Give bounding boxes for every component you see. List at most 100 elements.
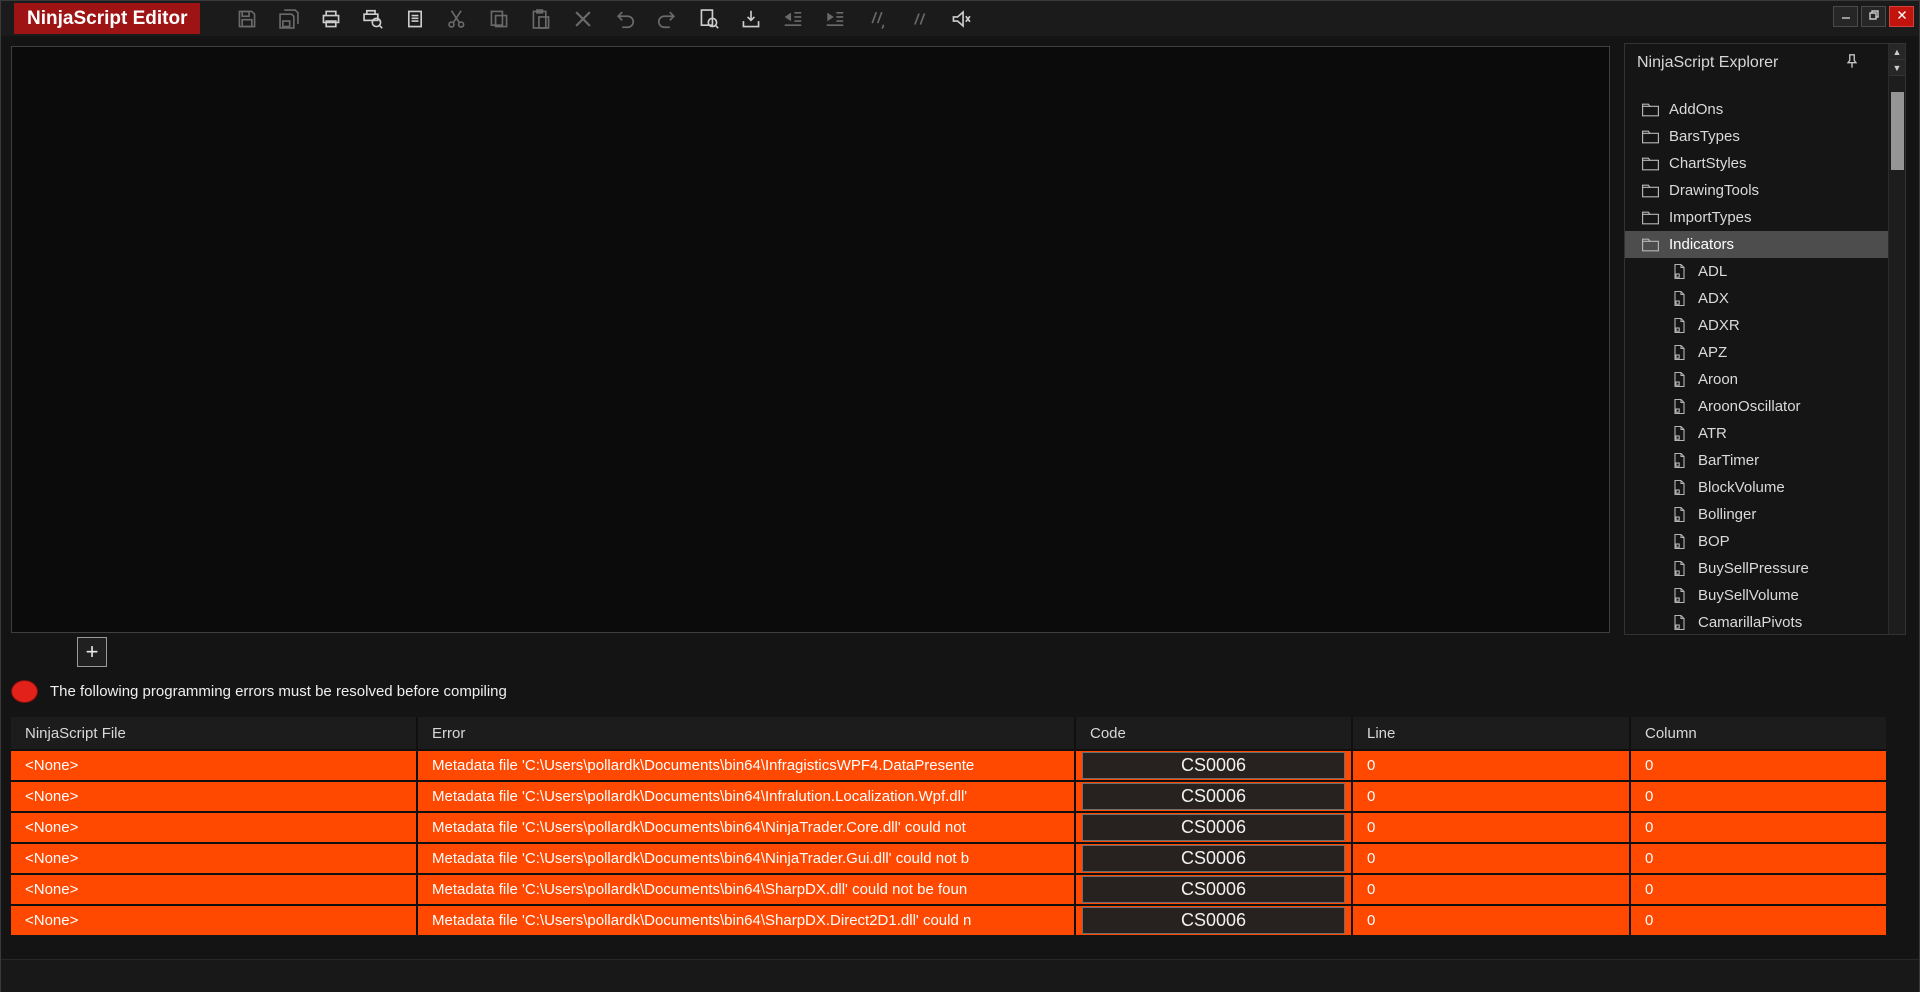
close-button[interactable] (1889, 6, 1914, 27)
save-all-icon[interactable] (273, 3, 304, 34)
add-tab-button[interactable]: + (77, 637, 107, 667)
tree-file-adxr[interactable]: ADXR (1625, 312, 1888, 339)
error-file-cell: <None> (11, 844, 416, 873)
print-icon[interactable] (315, 3, 346, 34)
error-column-cell: 0 (1631, 751, 1886, 780)
print-preview-icon[interactable] (357, 3, 388, 34)
save-icon[interactable] (231, 3, 262, 34)
tree-folder-label: BarsTypes (1669, 128, 1740, 145)
error-code-cell: CS0006 (1076, 813, 1351, 842)
comment-icon[interactable] (861, 3, 892, 34)
error-code-cell: CS0006 (1076, 844, 1351, 873)
script-file-icon (1670, 398, 1689, 415)
error-line-cell: 0 (1353, 875, 1629, 904)
tree-file-adl[interactable]: ADL (1625, 258, 1888, 285)
tree-file-bartimer[interactable]: BarTimer (1625, 447, 1888, 474)
column-header-column[interactable]: Column (1631, 717, 1886, 749)
script-file-icon (1670, 371, 1689, 388)
column-header-line[interactable]: Line (1353, 717, 1629, 749)
tree-file-label: CamarillaPivots (1698, 614, 1803, 631)
script-file-icon (1670, 344, 1689, 361)
speaker-mute-icon[interactable] (945, 3, 976, 34)
tree-folder-drawingtools[interactable]: DrawingTools (1625, 177, 1888, 204)
error-row[interactable]: <None> Metadata file 'C:\Users\pollardk\D… (11, 906, 1886, 935)
tree-folder-label: ImportTypes (1669, 209, 1752, 226)
tree-file-adx[interactable]: ADX (1625, 285, 1888, 312)
indent-icon[interactable] (819, 3, 850, 34)
error-row[interactable]: <None> Metadata file 'C:\Users\pollardk\D… (11, 751, 1886, 780)
code-editor[interactable] (11, 46, 1610, 633)
error-file-cell: <None> (11, 782, 416, 811)
tree-file-aroonoscillator[interactable]: AroonOscillator (1625, 393, 1888, 420)
column-header-code[interactable]: Code (1076, 717, 1351, 749)
error-code-badge: CS0006 (1082, 814, 1345, 841)
window-title: NinjaScript Editor (14, 3, 201, 34)
column-header-error[interactable]: Error (418, 717, 1074, 749)
error-row[interactable]: <None> Metadata file 'C:\Users\pollardk\D… (11, 813, 1886, 842)
document-icon[interactable] (399, 3, 430, 34)
error-code-cell: CS0006 (1076, 875, 1351, 904)
undo-icon[interactable] (609, 3, 640, 34)
tree-file-aroon[interactable]: Aroon (1625, 366, 1888, 393)
script-file-icon (1670, 452, 1689, 469)
outdent-icon[interactable] (777, 3, 808, 34)
tree-file-blockvolume[interactable]: BlockVolume (1625, 474, 1888, 501)
error-table: NinjaScript File Error Code Line Column <Non… (11, 717, 1886, 935)
tree-file-label: BarTimer (1698, 452, 1760, 469)
script-file-icon (1670, 587, 1689, 604)
error-message-cell: Metadata file 'C:\Users\pollardk\Documen… (418, 751, 1074, 780)
error-row[interactable]: <None> Metadata file 'C:\Users\pollardk\D… (11, 875, 1886, 904)
error-banner-text: The following programming errors must be… (50, 682, 507, 700)
column-header-ninjascript-file[interactable]: NinjaScript File (11, 717, 416, 749)
uncomment-icon[interactable] (903, 3, 934, 34)
error-line-cell: 0 (1353, 844, 1629, 873)
tree-file-label: BuySellPressure (1698, 560, 1809, 577)
find-icon[interactable] (693, 3, 724, 34)
error-file-cell: <None> (11, 751, 416, 780)
tree-folder-importtypes[interactable]: ImportTypes (1625, 204, 1888, 231)
folder-icon (1641, 209, 1660, 226)
tree-folder-barstypes[interactable]: BarsTypes (1625, 123, 1888, 150)
folder-icon (1641, 155, 1660, 172)
error-code-badge: CS0006 (1082, 752, 1345, 779)
tree-file-bollinger[interactable]: Bollinger (1625, 501, 1888, 528)
cut-icon[interactable] (441, 3, 472, 34)
error-indicator-icon (11, 679, 38, 703)
tree-folder-indicators[interactable]: Indicators (1625, 231, 1888, 258)
error-table-header: NinjaScript File Error Code Line Column (11, 717, 1886, 749)
tree-file-label: Aroon (1698, 371, 1739, 388)
copy-icon[interactable] (483, 3, 514, 34)
delete-icon[interactable] (567, 3, 598, 34)
redo-icon[interactable] (651, 3, 682, 34)
error-file-cell: <None> (11, 906, 416, 935)
tree-file-bop[interactable]: BOP (1625, 528, 1888, 555)
tree-file-buysellpressure[interactable]: BuySellPressure (1625, 555, 1888, 582)
tree-file-atr[interactable]: ATR (1625, 420, 1888, 447)
scroll-down-button[interactable]: ▼ (1889, 60, 1905, 76)
tree-file-camarillapivots[interactable]: CamarillaPivots (1625, 609, 1888, 634)
tree-file-apz[interactable]: APZ (1625, 339, 1888, 366)
tree-file-buysellvolume[interactable]: BuySellVolume (1625, 582, 1888, 609)
tree-folder-addons[interactable]: AddOns (1625, 96, 1888, 123)
ninjascript-editor-window: NinjaScript Editor + NinjaScript Explore… (0, 0, 1920, 992)
restore-button[interactable] (1861, 6, 1886, 27)
ninjascript-explorer-panel: NinjaScript Explorer AddOns BarsTypes Char… (1624, 43, 1906, 635)
explorer-scrollbar[interactable]: ▲ ▼ (1888, 44, 1905, 634)
tree-file-label: BlockVolume (1698, 479, 1785, 496)
pin-icon[interactable] (1843, 52, 1863, 72)
error-line-cell: 0 (1353, 906, 1629, 935)
tree-file-label: ATR (1698, 425, 1727, 442)
scrollbar-thumb[interactable] (1891, 92, 1904, 170)
scroll-up-button[interactable]: ▲ (1889, 44, 1905, 60)
error-line-cell: 0 (1353, 782, 1629, 811)
tree-file-label: BOP (1698, 533, 1730, 550)
paste-icon[interactable] (525, 3, 556, 34)
import-icon[interactable] (735, 3, 766, 34)
error-row[interactable]: <None> Metadata file 'C:\Users\pollardk\D… (11, 782, 1886, 811)
tree-folder-label: ChartStyles (1669, 155, 1747, 172)
folder-icon (1641, 101, 1660, 118)
error-line-cell: 0 (1353, 813, 1629, 842)
minimize-button[interactable] (1833, 6, 1858, 27)
error-row[interactable]: <None> Metadata file 'C:\Users\pollardk\D… (11, 844, 1886, 873)
tree-folder-chartstyles[interactable]: ChartStyles (1625, 150, 1888, 177)
